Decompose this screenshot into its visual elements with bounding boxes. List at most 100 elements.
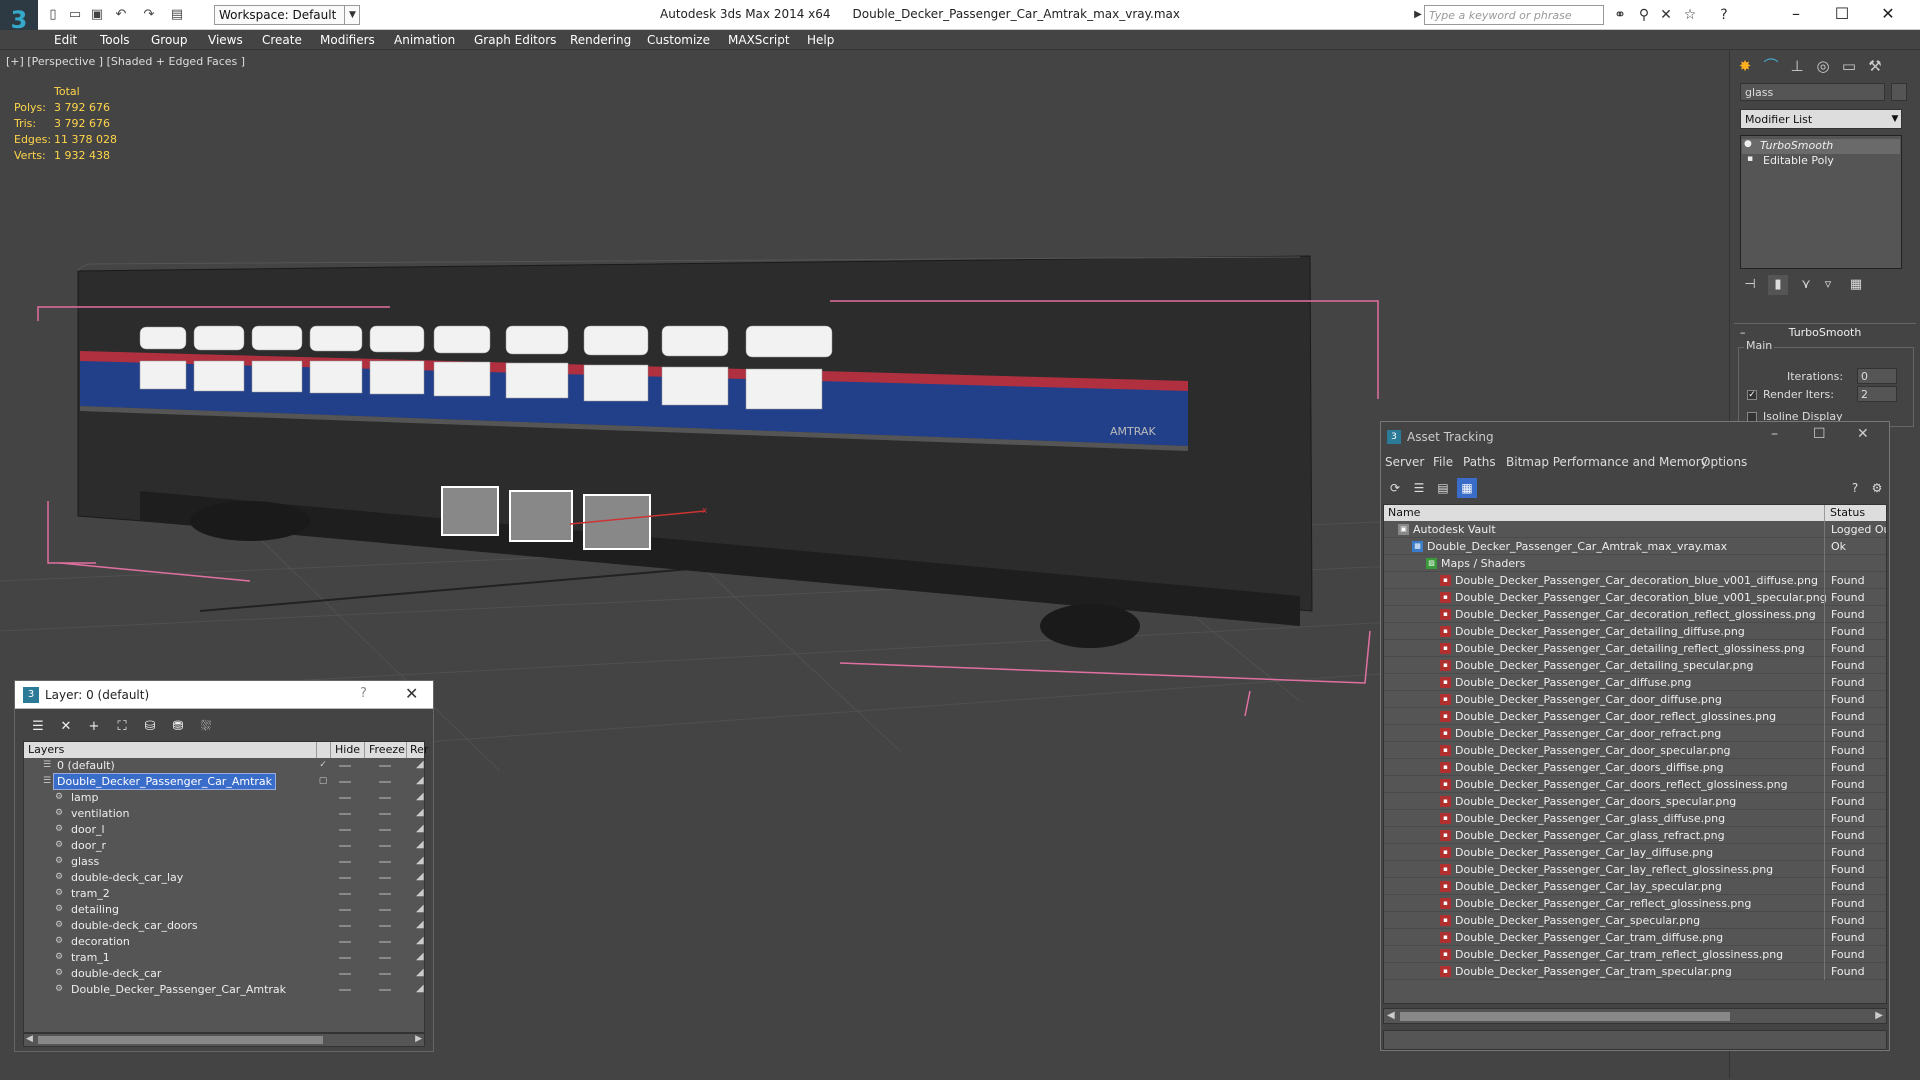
- freeze-toggle[interactable]: [379, 829, 391, 831]
- hide-toggle[interactable]: [339, 845, 351, 847]
- asset-row[interactable]: ▪ Double_Decker_Passenger_Car_tram_specul…: [1384, 963, 1886, 980]
- make-unique-icon[interactable]: ⋎: [1796, 275, 1816, 295]
- assets-horizontal-scrollbar[interactable]: ◀ ▶: [1383, 1008, 1887, 1024]
- open-file-icon[interactable]: ▭: [66, 6, 84, 24]
- layer-name[interactable]: glass: [68, 854, 102, 869]
- hierarchy-tab-icon[interactable]: ⊥: [1786, 55, 1808, 77]
- lightbulb-icon[interactable]: ●: [1744, 140, 1753, 149]
- asset-row[interactable]: ▪ Double_Decker_Passenger_Car_detailing_r…: [1384, 640, 1886, 657]
- create-tab-icon[interactable]: ✸: [1734, 55, 1756, 77]
- menu-rendering[interactable]: Rendering: [570, 33, 631, 47]
- help-icon[interactable]: ?: [1714, 6, 1734, 24]
- render-toggle-icon[interactable]: ◢: [416, 807, 424, 818]
- delete-layer-icon[interactable]: ✕: [55, 717, 77, 737]
- layer-row[interactable]: ⚙ lamp ◢: [24, 790, 424, 806]
- subscription-icon[interactable]: ⚲: [1634, 6, 1654, 24]
- col-status[interactable]: Status: [1830, 506, 1865, 519]
- layer-row[interactable]: ⚙ detailing ◢: [24, 902, 424, 918]
- render-toggle-icon[interactable]: ◢: [416, 791, 424, 802]
- modify-tab-icon[interactable]: ⌒: [1760, 55, 1782, 77]
- show-end-result-icon[interactable]: ▮: [1768, 275, 1788, 295]
- hide-toggle[interactable]: [339, 813, 351, 815]
- object-name-input[interactable]: glass: [1740, 83, 1885, 101]
- minimize-icon[interactable]: –: [1771, 426, 1778, 442]
- render-iters-checkbox[interactable]: ✓: [1747, 390, 1757, 400]
- layer-window-header[interactable]: 3 Layer: 0 (default) ? ✕: [15, 681, 433, 709]
- render-toggle-icon[interactable]: ◢: [416, 855, 424, 866]
- create-layer-icon[interactable]: ☰: [27, 717, 49, 737]
- configure-modifier-sets-icon[interactable]: ▦: [1846, 275, 1866, 295]
- layer-row[interactable]: ☰ Double_Decker_Passenger_Car_Amtrak ▢ ◢: [24, 773, 424, 790]
- save-file-icon[interactable]: ▣: [88, 6, 106, 24]
- asset-row[interactable]: ▪ Double_Decker_Passenger_Car_glass_refra…: [1384, 827, 1886, 844]
- project-folder-icon[interactable]: ▤: [168, 6, 186, 24]
- maximize-button[interactable]: ☐: [1822, 2, 1862, 26]
- menu-graph-editors[interactable]: Graph Editors: [474, 33, 556, 47]
- layer-name[interactable]: Double_Decker_Passenger_Car_Amtrak: [52, 773, 277, 790]
- render-toggle-icon[interactable]: ◢: [416, 935, 424, 946]
- col-hide[interactable]: Hide: [335, 743, 360, 756]
- layer-name[interactable]: door_r: [68, 838, 109, 853]
- stack-item-turbosmooth[interactable]: ● TurboSmooth: [1742, 139, 1900, 154]
- asset-row[interactable]: ▪ Double_Decker_Passenger_Car_detailing_s…: [1384, 657, 1886, 674]
- display-tab-icon[interactable]: ▭: [1838, 55, 1860, 77]
- freeze-toggle[interactable]: [379, 893, 391, 895]
- layer-row[interactable]: ⚙ glass ◢: [24, 854, 424, 870]
- asset-row[interactable]: ▦ Double_Decker_Passenger_Car_Amtrak_max_…: [1384, 538, 1886, 555]
- maximize-icon[interactable]: ☐: [1813, 426, 1826, 442]
- add-to-layer-icon[interactable]: +: [83, 717, 105, 737]
- asset-row[interactable]: ▪ Double_Decker_Passenger_Car_decoration_…: [1384, 589, 1886, 606]
- render-toggle-icon[interactable]: ◢: [416, 951, 424, 962]
- redo-icon[interactable]: ↷: [140, 6, 158, 24]
- layer-row[interactable]: ⚙ double-deck_car_doors ◢: [24, 918, 424, 934]
- layer-name[interactable]: double-deck_car_doors: [68, 918, 201, 933]
- asset-row[interactable]: ▪ Double_Decker_Passenger_Car_doors_specu…: [1384, 793, 1886, 810]
- hide-toggle[interactable]: [339, 925, 351, 927]
- close-button[interactable]: ✕: [1868, 2, 1908, 26]
- layer-row[interactable]: ☰ 0 (default) ✓ ◢: [24, 758, 424, 774]
- stack-item-editable-poly[interactable]: ▪ Editable Poly: [1745, 154, 1834, 169]
- freeze-toggle[interactable]: [379, 765, 391, 767]
- hide-all-layers-icon[interactable]: ⛃: [167, 717, 189, 737]
- asset-row[interactable]: ▪ Double_Decker_Passenger_Car_lay_specula…: [1384, 878, 1886, 895]
- hide-toggle[interactable]: [339, 781, 351, 783]
- hide-toggle[interactable]: [339, 893, 351, 895]
- modifier-list-dropdown[interactable]: Modifier List: [1740, 109, 1902, 129]
- freeze-toggle[interactable]: [379, 989, 391, 991]
- layers-horizontal-scrollbar[interactable]: ◀ ▶: [23, 1033, 425, 1047]
- asset-row[interactable]: ▪ Double_Decker_Passenger_Car_doors_refle…: [1384, 776, 1886, 793]
- render-toggle-icon[interactable]: ◢: [416, 823, 424, 834]
- asset-row[interactable]: ▪ Double_Decker_Passenger_Car_specular.pn…: [1384, 912, 1886, 929]
- render-toggle-icon[interactable]: ◢: [416, 887, 424, 898]
- asset-row[interactable]: ▪ Double_Decker_Passenger_Car_lay_diffuse…: [1384, 844, 1886, 861]
- help-icon[interactable]: ?: [360, 686, 367, 701]
- menu-views[interactable]: Views: [208, 33, 243, 47]
- layer-name[interactable]: double-deck_car: [68, 966, 164, 981]
- viewport-label[interactable]: [+] [Perspective ] [Shaded + Edged Faces…: [6, 55, 245, 68]
- layer-row[interactable]: ⚙ door_l ◢: [24, 822, 424, 838]
- render-toggle-icon[interactable]: ◢: [416, 967, 424, 978]
- favorites-star-icon[interactable]: ☆: [1680, 6, 1700, 24]
- hide-toggle[interactable]: [339, 941, 351, 943]
- utilities-tab-icon[interactable]: ⚒: [1864, 55, 1886, 77]
- help-icon[interactable]: ?: [1845, 478, 1865, 498]
- freeze-toggle[interactable]: [379, 925, 391, 927]
- layer-row[interactable]: ⚙ tram_1 ◢: [24, 950, 424, 966]
- col-name[interactable]: Name: [1388, 506, 1420, 519]
- hide-toggle[interactable]: [339, 989, 351, 991]
- new-file-icon[interactable]: ▯: [44, 6, 62, 24]
- asset-row[interactable]: ▪ Double_Decker_Passenger_Car_decoration_…: [1384, 572, 1886, 589]
- refresh-icon[interactable]: ⟳: [1385, 478, 1405, 498]
- list-view-icon[interactable]: ☰: [1409, 478, 1429, 498]
- hide-toggle[interactable]: [339, 829, 351, 831]
- layer-name[interactable]: detailing: [68, 902, 122, 917]
- layer-name[interactable]: decoration: [68, 934, 133, 949]
- layer-name[interactable]: double-deck_car_lay: [68, 870, 186, 885]
- pin-stack-icon[interactable]: ⊣: [1740, 275, 1760, 295]
- layer-row[interactable]: ⚙ decoration ◢: [24, 934, 424, 950]
- render-toggle-icon[interactable]: ◢: [416, 919, 424, 930]
- col-layers[interactable]: Layers: [28, 743, 64, 756]
- freeze-toggle[interactable]: [379, 797, 391, 799]
- asset-row[interactable]: ▪ Double_Decker_Passenger_Car_doors_diffi…: [1384, 759, 1886, 776]
- object-color-swatch[interactable]: [1891, 83, 1907, 101]
